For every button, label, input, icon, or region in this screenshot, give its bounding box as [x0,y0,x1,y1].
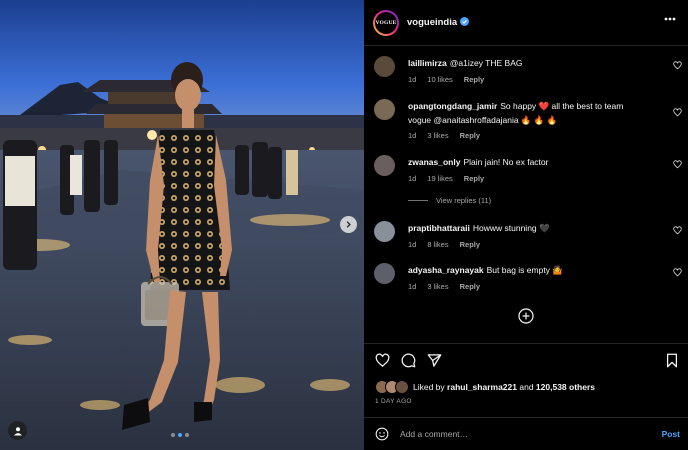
chevron-right-icon [346,221,351,228]
like-comment-heart-icon[interactable] [673,108,682,117]
comment-time[interactable]: 1d [408,174,416,183]
comment-username[interactable]: laillimirza [408,58,447,68]
like-comment-heart-icon[interactable] [673,268,682,277]
comment-username[interactable]: zwanas_only [408,157,460,167]
post-image[interactable] [0,0,364,450]
account-name[interactable]: vogueindia [407,17,470,28]
account-username[interactable]: vogueindia [407,17,457,28]
liker-avatar [395,380,409,394]
commenter-avatar[interactable] [374,56,395,77]
post-photo [0,0,364,450]
emoji-icon[interactable] [375,427,389,441]
share-paper-plane-icon[interactable] [427,353,442,368]
liker-username[interactable]: rahul_sharma221 [447,382,517,392]
comment-time[interactable]: 1d [408,282,416,291]
liker-avatars[interactable] [375,380,409,394]
post-actions-section: Liked by rahul_sharma221 and 120,538 oth… [364,343,688,449]
comment-username[interactable]: praptibhattaraii [408,223,470,233]
next-image-button[interactable] [340,216,357,233]
comment-body: praptibhattaraii Howww stunning 🖤 [408,221,658,235]
like-heart-icon[interactable] [375,353,390,368]
comment-time[interactable]: 1d [408,131,416,140]
reply-button[interactable]: Reply [464,75,484,84]
view-replies-label[interactable]: View replies (11) [436,196,491,205]
verified-badge-icon [460,17,470,26]
comment-likes[interactable]: 10 likes [427,75,452,84]
comment-meta: 1d 3 likes Reply [408,282,480,291]
like-comment-heart-icon[interactable] [673,226,682,235]
post-date[interactable]: 1 DAY AGO [375,398,412,405]
commenter-avatar[interactable] [374,221,395,242]
reply-button[interactable]: Reply [464,174,484,183]
reply-button[interactable]: Reply [460,240,480,249]
comment-likes[interactable]: 19 likes [427,174,452,183]
comment-likes[interactable]: 8 likes [427,240,448,249]
action-bar [375,353,442,368]
avatar-logo-text: VOGUE [375,11,397,34]
comment-likes[interactable]: 3 likes [427,282,448,291]
comment-text: Howww stunning 🖤 [472,223,550,233]
comment-likes[interactable]: 3 likes [427,131,448,140]
comment-time[interactable]: 1d [408,240,416,249]
carousel-dot [185,433,189,437]
reply-button[interactable]: Reply [460,282,480,291]
load-more-comments-plus-icon[interactable] [518,308,534,324]
carousel-dot-active [178,433,182,437]
add-comment-input[interactable]: Add a comment… [400,429,688,439]
comment-username[interactable]: opangtongdang_jamir [408,101,497,111]
carousel-indicator [171,433,189,437]
commenter-avatar[interactable] [374,155,395,176]
comment-meta: 1d 19 likes Reply [408,174,484,183]
tagged-users-button[interactable] [8,421,27,440]
user-icon [13,426,22,435]
comment-meta: 1d 10 likes Reply [408,75,484,84]
reply-button[interactable]: Reply [460,131,480,140]
commenter-avatar[interactable] [374,263,395,284]
like-comment-heart-icon[interactable] [673,61,682,70]
more-options-icon[interactable] [664,17,676,21]
post-header: VOGUE vogueindia [364,0,688,46]
comment-text: @a1izey THE BAG [449,58,523,68]
comment-text: Plain jain! No ex factor [463,157,549,167]
commenter-avatar[interactable] [374,99,395,120]
like-comment-heart-icon[interactable] [673,160,682,169]
likes-prefix: Liked by [413,382,445,392]
post-side-panel: VOGUE vogueindia laillimirza @a1izey THE … [364,0,688,450]
view-replies-button[interactable]: View replies (11) [408,196,491,205]
save-bookmark-icon[interactable] [665,353,679,368]
add-comment-bar: Add a comment… Post [364,417,688,450]
account-avatar[interactable]: VOGUE [373,9,399,36]
likes-count[interactable]: 120,538 others [536,382,595,392]
comment-body: adyasha_raynayak But bag is empty 🤷 [408,263,658,277]
comment-body: laillimirza @a1izey THE BAG [408,56,658,70]
comment-username[interactable]: adyasha_raynayak [408,265,484,275]
likes-summary: Liked by rahul_sharma221 and 120,538 oth… [375,380,595,394]
post-comment-button[interactable]: Post [662,429,680,439]
replies-divider-line [408,200,428,201]
comment-time[interactable]: 1d [408,75,416,84]
comment-bubble-icon[interactable] [401,353,416,368]
comment-body: zwanas_only Plain jain! No ex factor [408,155,658,169]
comment-meta: 1d 8 likes Reply [408,240,480,249]
likes-connector: and [519,382,534,392]
comment-text: But bag is empty 🤷 [486,265,563,275]
carousel-dot [171,433,175,437]
comment-body: opangtongdang_jamir So happy ❤️ all the b… [408,99,643,127]
comment-meta: 1d 3 likes Reply [408,131,480,140]
